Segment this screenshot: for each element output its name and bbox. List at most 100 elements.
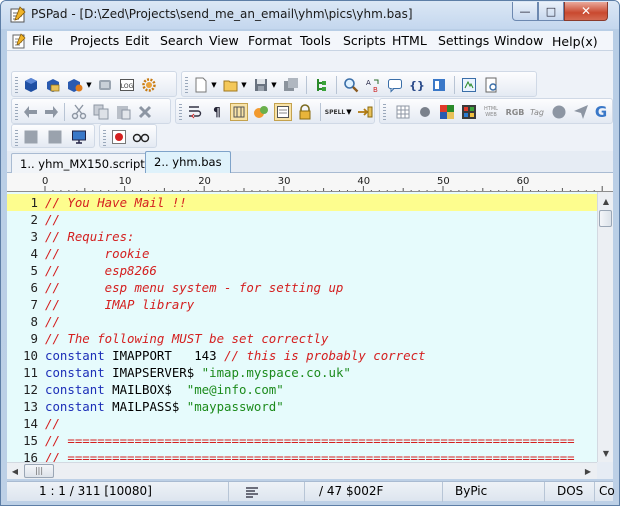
project-close-icon[interactable]: [96, 76, 114, 94]
save-icon[interactable]: [252, 76, 270, 94]
line-code[interactable]: // esp menu system - for setting up: [45, 279, 343, 296]
menu-view[interactable]: View: [209, 33, 239, 48]
menu-format[interactable]: Format: [248, 33, 292, 48]
menu-tools[interactable]: Tools: [300, 33, 331, 48]
toolbar-grip[interactable]: [383, 104, 386, 120]
line-code[interactable]: constant IMAPSERVER$ "imap.myspace.co.uk…: [45, 364, 351, 381]
settings-gear-icon[interactable]: [140, 76, 158, 94]
project-save-icon[interactable]: [66, 76, 84, 94]
status-encoding[interactable]: Co: [595, 482, 615, 502]
word-wrap-icon[interactable]: [186, 103, 204, 121]
scroll-left-icon[interactable]: ◀: [8, 463, 22, 479]
monitor-icon[interactable]: [70, 128, 88, 146]
delete-icon[interactable]: [136, 103, 154, 121]
menu-scripts[interactable]: Scripts: [343, 33, 386, 48]
search-icon[interactable]: [342, 76, 360, 94]
column-mode-icon[interactable]: [230, 103, 248, 121]
log-icon[interactable]: LOG: [118, 76, 136, 94]
replace-icon[interactable]: AB: [364, 76, 382, 94]
toolbar-grip[interactable]: [103, 130, 106, 146]
chevron-down-icon[interactable]: ▼: [344, 103, 354, 121]
line-code[interactable]: // You Have Mail !!: [45, 194, 187, 211]
toolbar-grip[interactable]: [179, 104, 182, 120]
line-code[interactable]: // =====================================…: [45, 449, 575, 462]
block-gray-2-icon[interactable]: [46, 128, 64, 146]
horizontal-scrollbar[interactable]: ◀ ||| ▶: [7, 462, 597, 479]
toolbar-grip[interactable]: [15, 77, 18, 93]
rgb-icon[interactable]: RGB: [504, 103, 526, 121]
status-line-ending[interactable]: DOS: [545, 482, 595, 502]
code-line[interactable]: 2 //: [7, 211, 597, 228]
bookmark-book-icon[interactable]: [430, 76, 448, 94]
vertical-scrollbar[interactable]: ▲ ▼: [597, 192, 613, 462]
line-code[interactable]: constant MAILBOX$ "me@info.com": [45, 381, 284, 398]
color-palette-icon[interactable]: [460, 103, 478, 121]
color-grid-icon[interactable]: [438, 103, 456, 121]
code-line[interactable]: 16 // ===================================…: [7, 449, 597, 462]
chevron-down-icon[interactable]: ▼: [84, 76, 94, 94]
html-web-icon[interactable]: HTML WEB: [480, 103, 502, 121]
line-code[interactable]: // The following MUST be set correctly: [45, 330, 328, 347]
code-line[interactable]: 13 constant MAILPASS$ "maypassword": [7, 398, 597, 415]
line-code[interactable]: //: [45, 415, 60, 432]
highlight-icon[interactable]: [252, 103, 270, 121]
glasses-icon[interactable]: [132, 128, 150, 146]
code-line[interactable]: 9 // The following MUST be set correctly: [7, 330, 597, 347]
chevron-down-icon[interactable]: ▼: [239, 76, 249, 94]
vertical-scroll-thumb[interactable]: [599, 210, 612, 227]
copy-icon[interactable]: [92, 103, 110, 121]
document-edit-icon[interactable]: [11, 33, 27, 49]
code-line[interactable]: 3 // Requires:: [7, 228, 597, 245]
code-line[interactable]: 7 // IMAP library: [7, 296, 597, 313]
line-code[interactable]: constant IMAPPORT 143 // this is probabl…: [45, 347, 425, 364]
save-all-icon[interactable]: [282, 76, 300, 94]
scroll-right-icon[interactable]: ▶: [581, 463, 595, 479]
google-g-icon[interactable]: G: [592, 103, 610, 121]
tab-yhm-mx150-script[interactable]: 1.. yhm_MX150.script: [11, 153, 154, 173]
code-line[interactable]: 6 // esp menu system - for setting up: [7, 279, 597, 296]
line-code[interactable]: // IMAP library: [45, 296, 194, 313]
code-line[interactable]: 8 //: [7, 313, 597, 330]
menu-window[interactable]: Window: [494, 33, 543, 48]
send-arrow-icon[interactable]: [572, 103, 590, 121]
code-line[interactable]: 1 // You Have Mail !!: [7, 194, 597, 211]
color-circle-icon[interactable]: [416, 103, 434, 121]
menu-search[interactable]: Search: [160, 33, 203, 48]
scroll-down-icon[interactable]: ▼: [599, 445, 613, 461]
spell-check-icon[interactable]: SPELL: [324, 103, 346, 121]
toolbar-grip[interactable]: [15, 104, 18, 120]
menu-file[interactable]: File: [32, 33, 53, 48]
project-cube-icon[interactable]: [22, 76, 40, 94]
line-code[interactable]: // esp8266: [45, 262, 157, 279]
code-line[interactable]: 11 constant IMAPSERVER$ "imap.myspace.co.…: [7, 364, 597, 381]
line-code[interactable]: // rookie: [45, 245, 149, 262]
circle-icon[interactable]: [550, 103, 568, 121]
tree-structure-icon[interactable]: [312, 76, 330, 94]
cut-icon[interactable]: [70, 103, 88, 121]
redo-icon[interactable]: [42, 103, 60, 121]
tag-icon[interactable]: Tag: [526, 103, 548, 121]
line-code[interactable]: // Requires:: [45, 228, 135, 245]
menu-settings[interactable]: Settings: [438, 33, 489, 48]
line-code[interactable]: constant MAILPASS$ "maypassword": [45, 398, 284, 415]
horizontal-scroll-thumb[interactable]: |||: [24, 464, 54, 478]
chevron-down-icon[interactable]: ▼: [269, 76, 279, 94]
record-macro-icon[interactable]: [110, 128, 128, 146]
toolbar-grip[interactable]: [15, 130, 18, 146]
minimize-button[interactable]: —: [512, 2, 538, 21]
tab-yhm-bas[interactable]: 2.. yhm.bas: [145, 151, 231, 173]
maximize-button[interactable]: □: [538, 2, 564, 21]
menu-projects[interactable]: Projects: [70, 33, 119, 48]
code-line[interactable]: 5 // esp8266: [7, 262, 597, 279]
menu-html[interactable]: HTML: [392, 33, 427, 48]
line-code[interactable]: // =====================================…: [45, 432, 575, 449]
code-line[interactable]: 10 constant IMAPPORT 143 // this is proba…: [7, 347, 597, 364]
status-syntax[interactable]: ByPic: [443, 482, 545, 502]
table-icon[interactable]: [394, 103, 412, 121]
scroll-up-icon[interactable]: ▲: [599, 193, 613, 209]
menu-edit[interactable]: Edit: [125, 33, 149, 48]
braces-icon[interactable]: {}: [408, 76, 426, 94]
lock-icon[interactable]: [296, 103, 314, 121]
block-select-icon[interactable]: [274, 103, 292, 121]
line-code[interactable]: //: [45, 211, 60, 228]
